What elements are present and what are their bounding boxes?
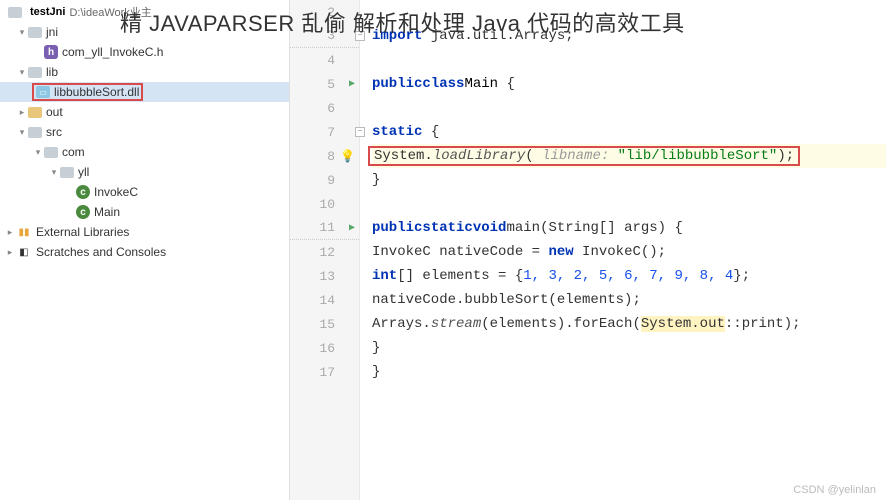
code-line[interactable]	[372, 96, 886, 120]
scratch-icon: ◧	[16, 244, 32, 260]
gutter-row[interactable]: 9	[290, 168, 359, 192]
tree-label: com_yll_InvokeC.h	[62, 45, 163, 59]
tree-folder-com[interactable]: ▾ com	[0, 142, 289, 162]
dll-file-icon: ▭	[36, 86, 50, 98]
gutter-row[interactable]: 5▶	[290, 72, 359, 96]
folder-icon	[28, 127, 42, 138]
gutter-row[interactable]: 10	[290, 192, 359, 216]
class-icon: c	[76, 205, 90, 219]
gutter-row[interactable]: 7−	[290, 120, 359, 144]
code-area[interactable]: import java.util.Arrays; public class Ma…	[360, 0, 886, 500]
class-icon: c	[76, 185, 90, 199]
project-tree-panel: testJni D:\ideaWork业主 ▾ jni h com_yll_Invo…	[0, 0, 290, 500]
gutter-row[interactable]: 8💡	[290, 144, 359, 168]
gutter-row[interactable]: 12	[290, 240, 359, 264]
chevron-right-icon: ▸	[4, 247, 16, 258]
breadcrumb: testJni D:\ideaWork业主	[0, 2, 289, 22]
code-line[interactable]: }	[372, 168, 886, 192]
tree-label: libbubbleSort.dll	[54, 85, 139, 99]
code-line[interactable]: }	[372, 360, 886, 384]
h-file-icon: h	[44, 45, 58, 59]
chevron-down-icon: ▾	[48, 167, 60, 178]
tree-label: jni	[46, 25, 58, 39]
tree-class-invokec[interactable]: c InvokeC	[0, 182, 289, 202]
library-icon: ▮▮	[16, 224, 32, 240]
code-line[interactable]: int[] elements = {1, 3, 2, 5, 6, 7, 9, 8…	[372, 264, 886, 288]
folder-icon	[60, 167, 74, 178]
watermark: CSDN @yelinlan	[793, 484, 876, 496]
code-line[interactable]	[372, 48, 886, 72]
chevron-down-icon: ▾	[32, 147, 44, 158]
chevron-right-icon: ▸	[4, 227, 16, 238]
tree-scratches[interactable]: ▸◧ Scratches and Consoles	[0, 242, 289, 262]
folder-icon	[28, 67, 42, 78]
gutter-row[interactable]: 15	[290, 312, 359, 336]
gutter-row[interactable]: 17	[290, 360, 359, 384]
folder-icon	[28, 27, 42, 38]
code-line[interactable]: public static void main(String[] args) {	[372, 216, 886, 240]
gutter-row[interactable]: 14	[290, 288, 359, 312]
code-line[interactable]: Arrays.stream(elements).forEach(System.o…	[372, 312, 886, 336]
tree-label: src	[46, 125, 62, 139]
gutter-row[interactable]: 3−	[290, 24, 359, 48]
gutter-row[interactable]: 16	[290, 336, 359, 360]
code-line[interactable]: public class Main {	[372, 72, 886, 96]
tree-label: out	[46, 105, 63, 119]
tree-folder-out[interactable]: ▸ out	[0, 102, 289, 122]
file-tree: ▾ jni h com_yll_InvokeC.h ▾ lib ▭ libbubbleS…	[0, 22, 289, 262]
tree-class-main[interactable]: c Main	[0, 202, 289, 222]
tree-external-libs[interactable]: ▸▮▮ External Libraries	[0, 222, 289, 242]
tree-label: com	[62, 145, 85, 159]
tree-label: Scratches and Consoles	[36, 245, 166, 259]
bulb-icon[interactable]: 💡	[340, 149, 355, 164]
tree-folder-lib[interactable]: ▾ lib	[0, 62, 289, 82]
chevron-right-icon: ▸	[16, 107, 28, 118]
code-editor[interactable]: 2 3− 4 5▶ 6 7− 8💡 9 10 11▶ 12 13 14 15 1…	[290, 0, 886, 500]
tree-folder-yll[interactable]: ▾ yll	[0, 162, 289, 182]
tree-label: Main	[94, 205, 120, 219]
chevron-down-icon: ▾	[16, 27, 28, 38]
tree-folder-src[interactable]: ▾ src	[0, 122, 289, 142]
project-name: testJni	[30, 6, 65, 18]
code-line[interactable]: InvokeC nativeCode = new InvokeC();	[372, 240, 886, 264]
project-path: D:\ideaWork业主	[69, 4, 151, 20]
gutter-row[interactable]: 11▶	[290, 216, 359, 240]
code-line[interactable]: import java.util.Arrays;	[372, 24, 886, 48]
tree-file-header[interactable]: h com_yll_InvokeC.h	[0, 42, 289, 62]
chevron-down-icon: ▾	[16, 127, 28, 138]
code-line[interactable]	[372, 192, 886, 216]
code-line[interactable]: static {	[372, 120, 886, 144]
fold-icon[interactable]: −	[355, 127, 365, 137]
code-line-highlight[interactable]: System.loadLibrary( libname: "lib/libbub…	[372, 144, 886, 168]
tree-label: lib	[46, 65, 58, 79]
folder-icon	[28, 107, 42, 118]
line-gutter: 2 3− 4 5▶ 6 7− 8💡 9 10 11▶ 12 13 14 15 1…	[290, 0, 360, 500]
chevron-down-icon: ▾	[16, 67, 28, 78]
fold-icon[interactable]: −	[355, 31, 365, 41]
tree-folder-jni[interactable]: ▾ jni	[0, 22, 289, 42]
code-line[interactable]: nativeCode.bubbleSort(elements);	[372, 288, 886, 312]
tree-label: External Libraries	[36, 225, 129, 239]
gutter-row[interactable]: 4	[290, 48, 359, 72]
folder-icon	[44, 147, 58, 158]
run-icon[interactable]: ▶	[349, 78, 355, 90]
tree-label: InvokeC	[94, 185, 138, 199]
tree-file-dll[interactable]: ▭ libbubbleSort.dll	[0, 82, 289, 102]
code-line[interactable]	[372, 0, 886, 24]
run-icon[interactable]: ▶	[349, 222, 355, 234]
tree-label: yll	[78, 165, 89, 179]
gutter-row[interactable]: 2	[290, 0, 359, 24]
gutter-row[interactable]: 13	[290, 264, 359, 288]
folder-icon	[8, 7, 22, 18]
code-line[interactable]: }	[372, 336, 886, 360]
gutter-row[interactable]: 6	[290, 96, 359, 120]
